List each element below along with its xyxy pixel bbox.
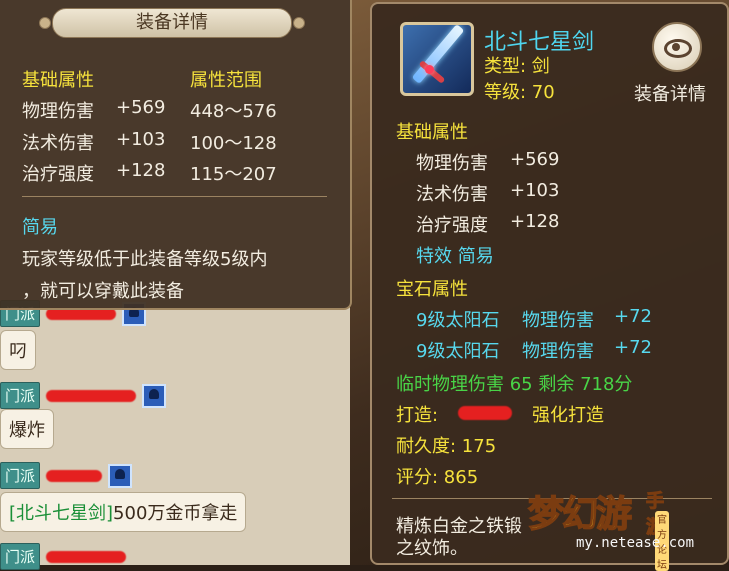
- item-tooltip-panel: 北斗七星剑 类型: 剑 等级: 70 装备详情 基础属性 物理伤害 +569 法…: [370, 2, 729, 565]
- chat-row: 门派: [0, 462, 133, 489]
- equipment-detail-panel: 装备详情 基础属性 属性范围 物理伤害 +569 448～576 法术伤害 +1…: [0, 0, 352, 310]
- view-details-button[interactable]: [652, 22, 702, 72]
- attr-value: +103: [510, 180, 560, 201]
- attr-name: 治疗强度: [22, 164, 94, 185]
- item-description: 之纹饰。: [396, 538, 468, 559]
- gem-attr-title: 宝石属性: [396, 279, 468, 300]
- faction-tag: 门派: [0, 543, 41, 570]
- temp-bonus: 临时物理伤害 65 剩余 718分: [396, 374, 633, 395]
- attr-range: 448～576: [190, 101, 277, 122]
- score: 评分: 865: [396, 467, 479, 488]
- chat-message: 叼: [0, 330, 36, 370]
- gem-name: 9级太阳石: [416, 341, 500, 362]
- forge-type: 强化打造: [532, 405, 604, 426]
- panel-title: 装备详情: [39, 8, 305, 38]
- gem-value: +72: [614, 337, 652, 358]
- attr-range: 100～128: [190, 133, 277, 154]
- redacted-name: [46, 550, 127, 563]
- forge-label: 打造:: [396, 405, 439, 426]
- redacted-name: [46, 469, 103, 482]
- attr-value: +569: [510, 149, 560, 170]
- logo-main: 梦幻游: [527, 493, 633, 536]
- item-type: 类型: 剑: [484, 56, 550, 77]
- chat-row: 门派: [0, 543, 127, 570]
- gem-value: +72: [614, 306, 652, 327]
- chat-message: [北斗七星剑]500万金币拿走: [0, 492, 247, 532]
- special-effect: 特效 简易: [416, 246, 494, 267]
- faction-tag: 门派: [0, 382, 41, 409]
- logo-url: my.netease.com: [576, 535, 695, 551]
- range-header: 属性范围: [190, 70, 262, 91]
- durability: 耐久度: 175: [396, 436, 497, 457]
- attr-value: +103: [116, 129, 166, 150]
- sword-icon: [400, 22, 474, 96]
- divider: [22, 196, 327, 197]
- gem-stat: 物理伤害: [522, 341, 594, 362]
- avatar-icon[interactable]: [142, 383, 167, 408]
- avatar-icon[interactable]: [108, 463, 133, 488]
- item-level: 等级: 70: [484, 82, 555, 103]
- attr-name: 法术伤害: [22, 133, 94, 154]
- faction-tag: 门派: [0, 462, 41, 489]
- attr-value: +128: [510, 211, 560, 232]
- effect-title: 简易: [22, 217, 58, 238]
- attr-name: 物理伤害: [22, 101, 94, 122]
- item-link[interactable]: [北斗七星剑]: [9, 503, 113, 524]
- attr-name: 物理伤害: [416, 153, 488, 174]
- attr-range: 115～207: [190, 164, 277, 185]
- base-attr-header: 基础属性: [22, 70, 94, 91]
- redacted-forger: [458, 406, 512, 420]
- attr-value: +128: [116, 160, 166, 181]
- redacted-name: [46, 389, 137, 402]
- base-attr-title: 基础属性: [396, 122, 468, 143]
- attr-name: 法术伤害: [416, 184, 488, 205]
- attr-value: +569: [116, 97, 166, 118]
- gem-name: 9级太阳石: [416, 310, 500, 331]
- detail-button-label[interactable]: 装备详情: [634, 80, 706, 106]
- game-logo: 梦幻游 手游 官方论坛 my.netease.com: [527, 485, 694, 571]
- effect-desc: 玩家等级低于此装备等级5级内: [22, 249, 268, 270]
- gem-stat: 物理伤害: [522, 310, 594, 331]
- chat-row: 门派: [0, 382, 167, 409]
- effect-desc: ，就可以穿戴此装备: [22, 281, 184, 302]
- attr-name: 治疗强度: [416, 215, 488, 236]
- chat-message: 爆炸: [0, 409, 54, 449]
